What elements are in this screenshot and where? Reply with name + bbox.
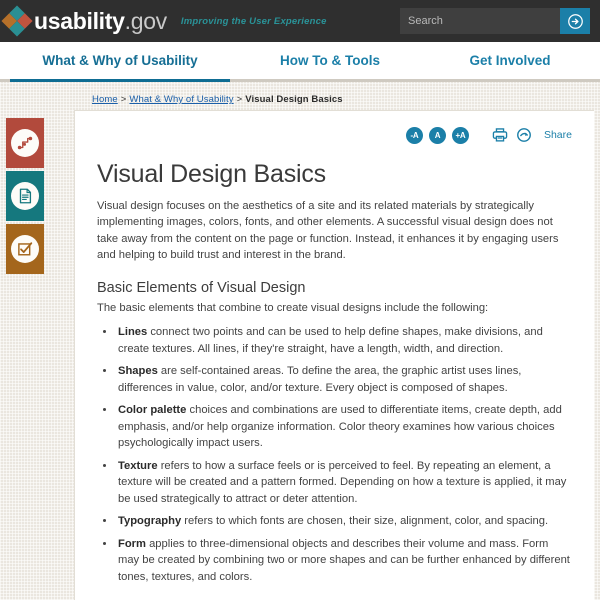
- brand-name-bold: usability: [34, 7, 125, 34]
- list-item-text: are self-contained areas. To define the …: [118, 365, 522, 394]
- list-item: Typography refers to which fonts are cho…: [116, 513, 572, 530]
- printer-icon: [492, 128, 508, 142]
- list-item-text: refers to which fonts are chosen, their …: [181, 515, 549, 528]
- page-root: usability.gov Improving the User Experie…: [0, 0, 600, 600]
- list-item-term: Color palette: [118, 404, 187, 417]
- intro-paragraph: Visual design focuses on the aesthetics …: [97, 199, 559, 262]
- list-item-term: Typography: [118, 515, 182, 528]
- breadcrumb-current: Visual Design Basics: [245, 94, 343, 105]
- share-icon-button[interactable]: [515, 127, 533, 143]
- search-form: [400, 8, 590, 34]
- primary-navigation: What & Why of Usability How To & Tools G…: [0, 42, 600, 82]
- text-size-normal-button[interactable]: A: [428, 126, 446, 144]
- rail-button-checklist[interactable]: [6, 224, 44, 274]
- list-item-term: Texture: [118, 459, 158, 472]
- rail-button-network[interactable]: [6, 118, 44, 168]
- section1-lead: The basic elements that combine to creat…: [97, 301, 489, 314]
- text-size-decrease-button[interactable]: -A: [405, 126, 423, 144]
- nav-item-label: Get Involved: [469, 53, 551, 68]
- list-item: Shapes are self-contained areas. To defi…: [116, 363, 572, 396]
- network-nodes-icon: [11, 129, 39, 157]
- share-circle-icon: [517, 128, 531, 142]
- brand-name-tld: .gov: [124, 7, 168, 34]
- nav-item-label: How To & Tools: [280, 53, 380, 68]
- list-item: Lines connect two points and can be used…: [116, 324, 572, 357]
- nav-item-how-to-tools[interactable]: How To & Tools: [240, 42, 420, 79]
- diamond-logo-icon: [1, 5, 33, 37]
- breadcrumb-separator: >: [236, 94, 243, 105]
- list-item-text: refers to how a surface feels or is perc…: [118, 459, 567, 505]
- list-item: Form applies to three-dimensional object…: [116, 536, 572, 586]
- text-size-increase-button[interactable]: +A: [451, 126, 469, 144]
- breadcrumb-separator: >: [120, 94, 127, 105]
- list-item-term: Shapes: [118, 365, 158, 378]
- list-item-text: connect two points and can be used to he…: [118, 326, 543, 355]
- rail-button-document[interactable]: [6, 171, 44, 221]
- site-tagline: Improving the User Experience: [180, 15, 327, 27]
- breadcrumb-link-home[interactable]: Home: [92, 94, 118, 105]
- list-item: Texture refers to how a surface feels or…: [116, 458, 572, 508]
- document-icon: [11, 182, 39, 210]
- nav-item-what-why[interactable]: What & Why of Usability: [0, 42, 240, 82]
- checklist-icon: [11, 235, 39, 263]
- content-card: -A A +A Share Visual Design Basics Visua…: [74, 110, 594, 600]
- section-heading-basic-elements: Basic Elements of Visual Design: [97, 279, 306, 296]
- list-item: Color palette choices and combinations a…: [116, 402, 572, 452]
- list-item-text: applies to three-dimensional objects and…: [118, 537, 570, 583]
- list-item-term: Lines: [118, 326, 148, 339]
- share-label[interactable]: Share: [544, 129, 572, 141]
- page-tools-toolbar: -A A +A Share: [97, 123, 572, 147]
- print-button[interactable]: [491, 127, 509, 143]
- site-masthead: usability.gov Improving the User Experie…: [0, 0, 600, 42]
- basic-elements-list: Lines connect two points and can be used…: [97, 324, 572, 585]
- search-input[interactable]: [400, 8, 560, 34]
- list-item-term: Form: [118, 537, 146, 550]
- site-logo[interactable]: usability.gov: [1, 5, 168, 37]
- breadcrumb-link-section[interactable]: What & Why of Usability: [129, 94, 233, 105]
- search-submit-button[interactable]: [560, 8, 590, 34]
- page-title: Visual Design Basics: [97, 160, 326, 188]
- brand-wordmark: usability.gov: [34, 7, 168, 34]
- nav-item-get-involved[interactable]: Get Involved: [420, 42, 600, 79]
- side-icon-rail: [6, 118, 44, 277]
- nav-item-label: What & Why of Usability: [42, 53, 198, 68]
- arrow-right-circle-icon: [567, 13, 583, 29]
